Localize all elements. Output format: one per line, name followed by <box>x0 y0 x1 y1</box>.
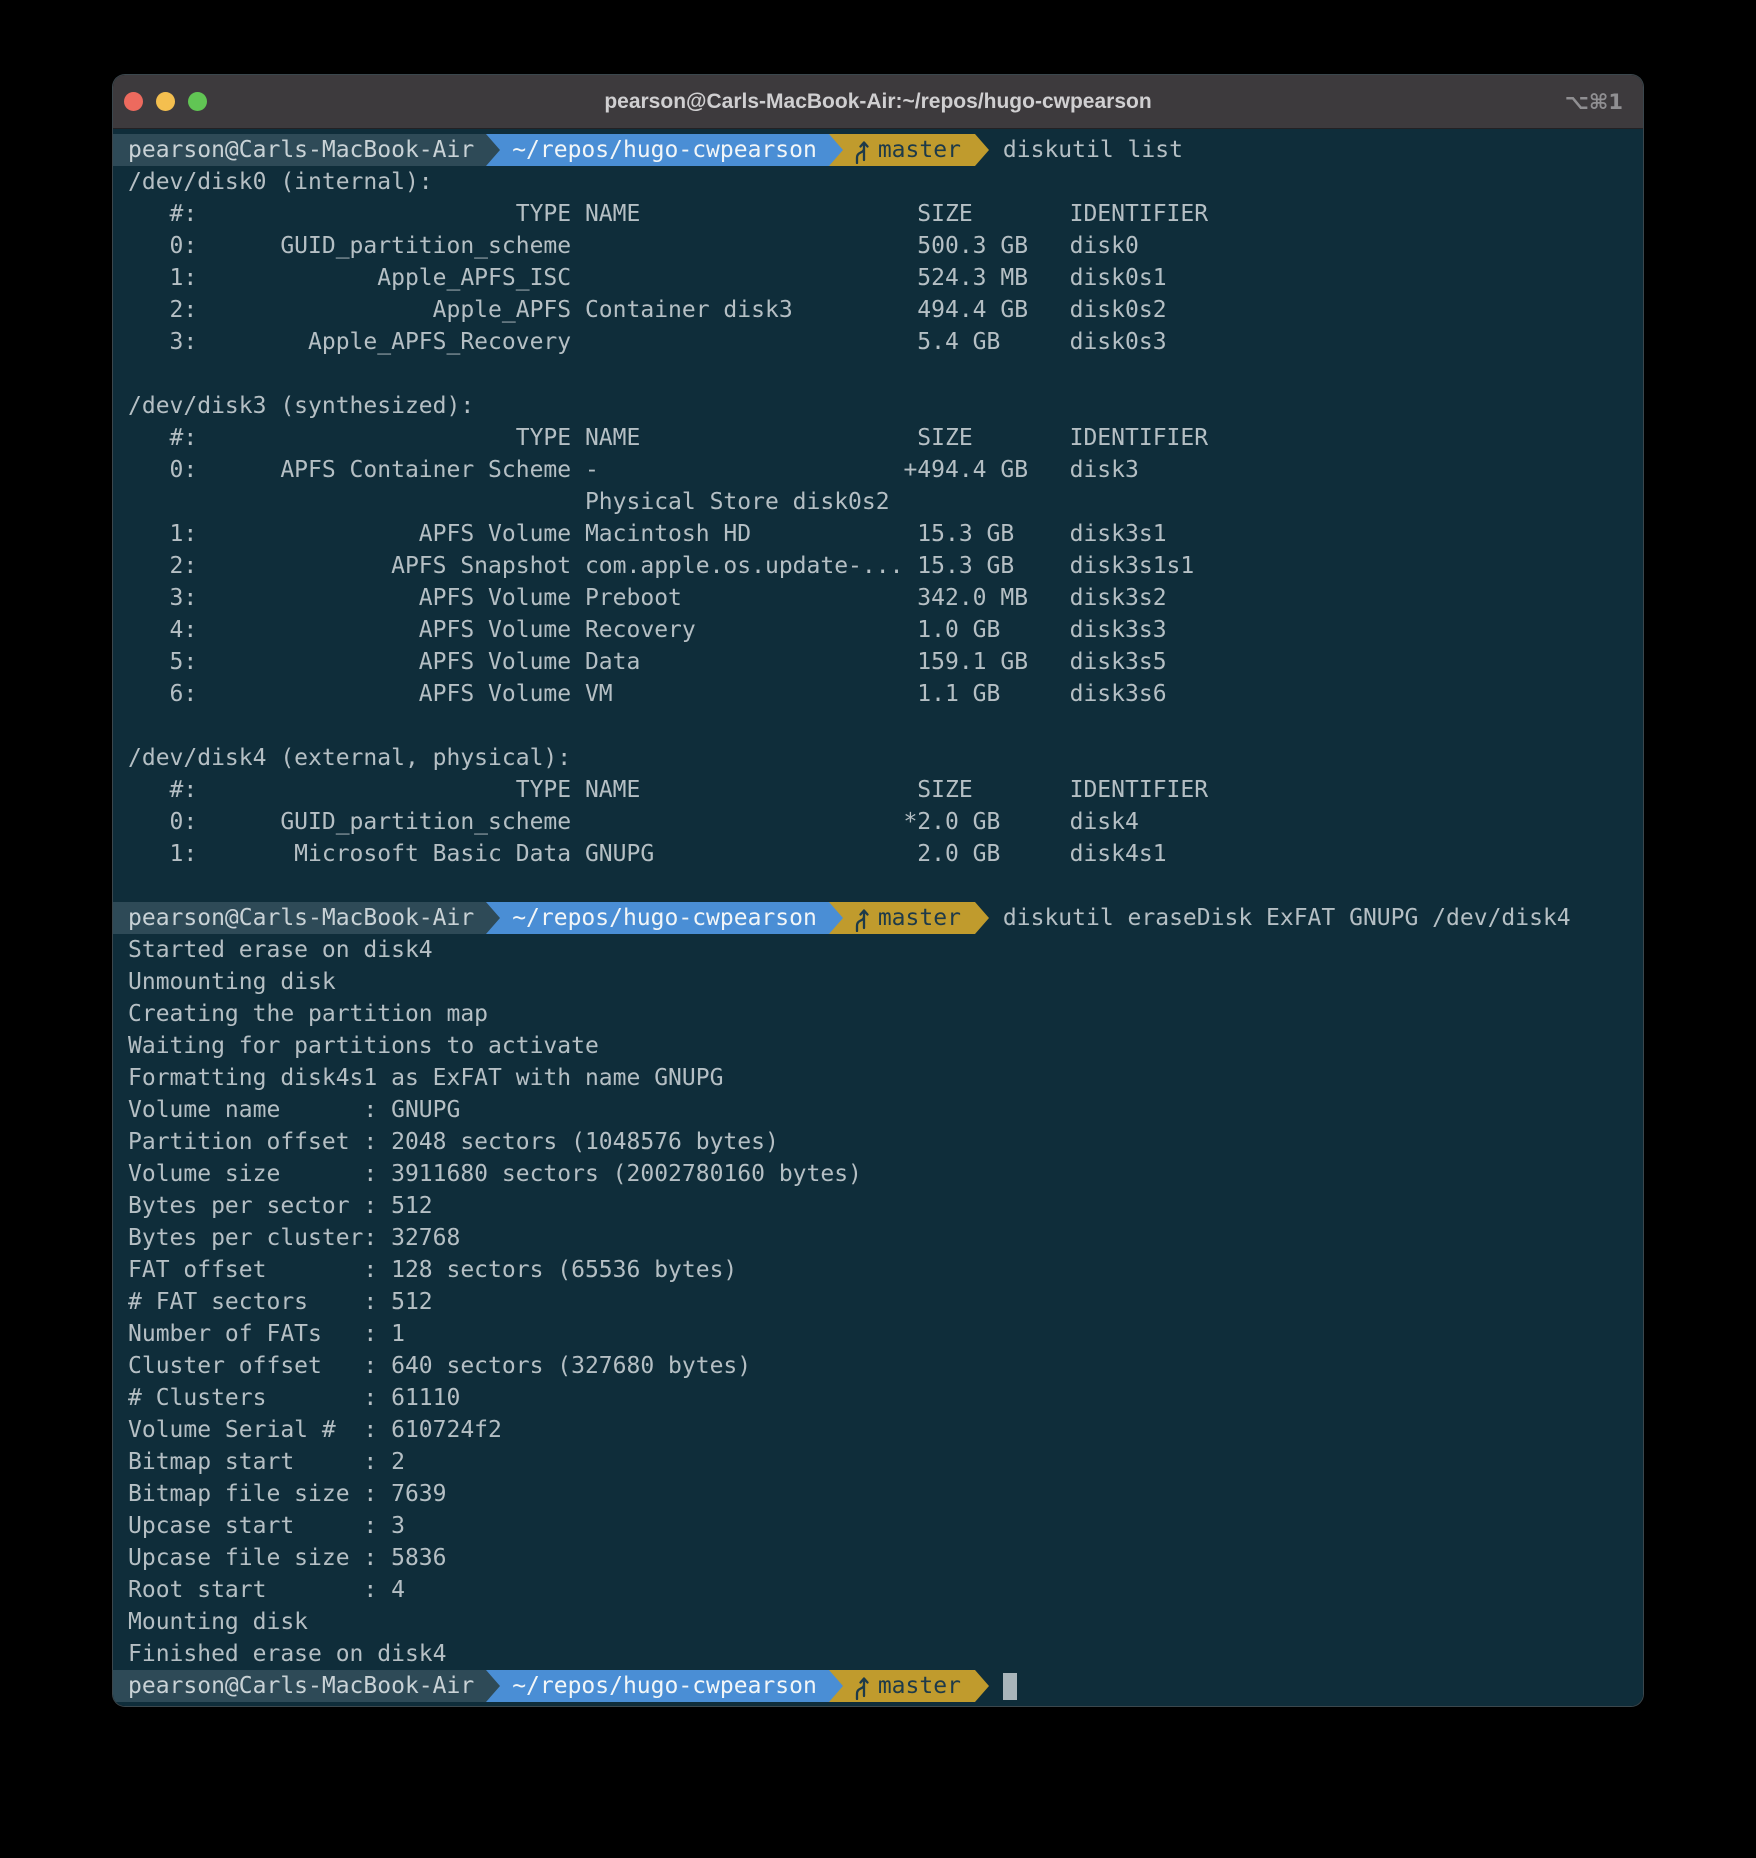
erase-disk-output: Started erase on disk4Unmounting diskCre… <box>113 934 1643 1670</box>
command-text: diskutil list <box>1003 134 1183 166</box>
terminal-output-line: 0: GUID_partition_scheme 500.3 GB disk0 <box>113 230 1643 262</box>
terminal-output-line: Root start : 4 <box>113 1574 1643 1606</box>
prompt-line: pearson@Carls-MacBook-Air ~/repos/hugo-c… <box>113 1670 1643 1702</box>
keyboard-shortcut-badge: ⌥⌘1 <box>1565 90 1623 114</box>
terminal-output-line: 0: APFS Container Scheme - +494.4 GB dis… <box>113 454 1643 486</box>
terminal-cursor <box>1003 1673 1017 1700</box>
powerline-arrow-icon <box>975 902 989 934</box>
terminal-output-line: 0: GUID_partition_scheme *2.0 GB disk4 <box>113 806 1643 838</box>
prompt-line: pearson@Carls-MacBook-Air ~/repos/hugo-c… <box>113 902 1643 934</box>
terminal-output-line: 1: Microsoft Basic Data GNUPG 2.0 GB dis… <box>113 838 1643 870</box>
terminal-output-line: 5: APFS Volume Data 159.1 GB disk3s5 <box>113 646 1643 678</box>
terminal-output-line: Partition offset : 2048 sectors (1048576… <box>113 1126 1643 1158</box>
terminal-output-line: 6: APFS Volume VM 1.1 GB disk3s6 <box>113 678 1643 710</box>
prompt-git-segment: master <box>843 1670 975 1702</box>
prompt-directory-segment: ~/repos/hugo-cwpearson <box>500 1670 829 1702</box>
terminal-output-line: Formatting disk4s1 as ExFAT with name GN… <box>113 1062 1643 1094</box>
terminal-output-line: /dev/disk3 (synthesized): <box>113 390 1643 422</box>
powerline-arrow-icon <box>829 134 843 166</box>
terminal-output-line: Volume Serial # : 610724f2 <box>113 1414 1643 1446</box>
command-text: diskutil eraseDisk ExFAT GNUPG /dev/disk… <box>1003 902 1571 934</box>
terminal-output-line: Bytes per cluster: 32768 <box>113 1222 1643 1254</box>
powerline-arrow-icon <box>975 134 989 166</box>
git-branch-label: master <box>878 902 961 934</box>
terminal-output-line: Waiting for partitions to activate <box>113 1030 1643 1062</box>
terminal-output-line: Physical Store disk0s2 <box>113 486 1643 518</box>
prompt-line: pearson@Carls-MacBook-Air ~/repos/hugo-c… <box>113 134 1643 166</box>
terminal-output-line: Unmounting disk <box>113 966 1643 998</box>
terminal-output-line: Volume name : GNUPG <box>113 1094 1643 1126</box>
terminal-output-line: 4: APFS Volume Recovery 1.0 GB disk3s3 <box>113 614 1643 646</box>
terminal-output-line: Number of FATs : 1 <box>113 1318 1643 1350</box>
terminal-output-line: Bitmap start : 2 <box>113 1446 1643 1478</box>
terminal-output-line: 2: APFS Snapshot com.apple.os.update-...… <box>113 550 1643 582</box>
terminal-output-line: 2: Apple_APFS Container disk3 494.4 GB d… <box>113 294 1643 326</box>
powerline-arrow-icon <box>829 902 843 934</box>
terminal-output-line: Volume size : 3911680 sectors (200278016… <box>113 1158 1643 1190</box>
powerline-arrow-icon <box>486 902 500 934</box>
terminal-output-line: Upcase start : 3 <box>113 1510 1643 1542</box>
terminal-output-line: FAT offset : 128 sectors (65536 bytes) <box>113 1254 1643 1286</box>
terminal-output-line: Cluster offset : 640 sectors (327680 byt… <box>113 1350 1643 1382</box>
titlebar[interactable]: pearson@Carls-MacBook-Air:~/repos/hugo-c… <box>113 75 1643 129</box>
app-window: pearson@Carls-MacBook-Air:~/repos/hugo-c… <box>113 75 1643 1706</box>
terminal-output-line: 3: APFS Volume Preboot 342.0 MB disk3s2 <box>113 582 1643 614</box>
powerline-arrow-icon <box>486 1670 500 1702</box>
terminal[interactable]: pearson@Carls-MacBook-Air ~/repos/hugo-c… <box>113 129 1643 1706</box>
close-button[interactable] <box>124 92 143 111</box>
traffic-lights <box>124 92 207 111</box>
powerline-arrow-icon <box>975 1670 989 1702</box>
terminal-output-line: Finished erase on disk4 <box>113 1638 1643 1670</box>
terminal-output-line: 3: Apple_APFS_Recovery 5.4 GB disk0s3 <box>113 326 1643 358</box>
terminal-output-line <box>113 358 1643 390</box>
git-branch-label: master <box>878 1670 961 1702</box>
powerline-arrow-icon <box>829 1670 843 1702</box>
prompt-user-host-segment: pearson@Carls-MacBook-Air <box>113 134 486 166</box>
git-branch-icon <box>851 1673 871 1700</box>
terminal-output-line: # Clusters : 61110 <box>113 1382 1643 1414</box>
git-branch-label: master <box>878 134 961 166</box>
diskutil-list-output: /dev/disk0 (internal): #: TYPE NAME SIZE… <box>113 166 1643 902</box>
minimize-button[interactable] <box>156 92 175 111</box>
terminal-output-line: 1: Apple_APFS_ISC 524.3 MB disk0s1 <box>113 262 1643 294</box>
powerline-arrow-icon <box>486 134 500 166</box>
git-branch-icon <box>851 905 871 932</box>
terminal-output-line: /dev/disk4 (external, physical): <box>113 742 1643 774</box>
terminal-output-line: #: TYPE NAME SIZE IDENTIFIER <box>113 774 1643 806</box>
terminal-output-line: Upcase file size : 5836 <box>113 1542 1643 1574</box>
terminal-output-line: 1: APFS Volume Macintosh HD 15.3 GB disk… <box>113 518 1643 550</box>
prompt-user-host-segment: pearson@Carls-MacBook-Air <box>113 1670 486 1702</box>
terminal-output-line: Mounting disk <box>113 1606 1643 1638</box>
terminal-output-line: # FAT sectors : 512 <box>113 1286 1643 1318</box>
prompt-git-segment: master <box>843 134 975 166</box>
prompt-directory-segment: ~/repos/hugo-cwpearson <box>500 134 829 166</box>
zoom-button[interactable] <box>188 92 207 111</box>
prompt-user-host-segment: pearson@Carls-MacBook-Air <box>113 902 486 934</box>
terminal-output-line: Creating the partition map <box>113 998 1643 1030</box>
git-branch-icon <box>851 137 871 164</box>
terminal-output-line: Bitmap file size : 7639 <box>113 1478 1643 1510</box>
terminal-output-line: Bytes per sector : 512 <box>113 1190 1643 1222</box>
terminal-output-line: Started erase on disk4 <box>113 934 1643 966</box>
terminal-output-line <box>113 870 1643 902</box>
prompt-git-segment: master <box>843 902 975 934</box>
prompt-directory-segment: ~/repos/hugo-cwpearson <box>500 902 829 934</box>
window-title: pearson@Carls-MacBook-Air:~/repos/hugo-c… <box>113 90 1643 114</box>
terminal-output-line: /dev/disk0 (internal): <box>113 166 1643 198</box>
terminal-output-line: #: TYPE NAME SIZE IDENTIFIER <box>113 422 1643 454</box>
terminal-output-line: #: TYPE NAME SIZE IDENTIFIER <box>113 198 1643 230</box>
terminal-output-line <box>113 710 1643 742</box>
